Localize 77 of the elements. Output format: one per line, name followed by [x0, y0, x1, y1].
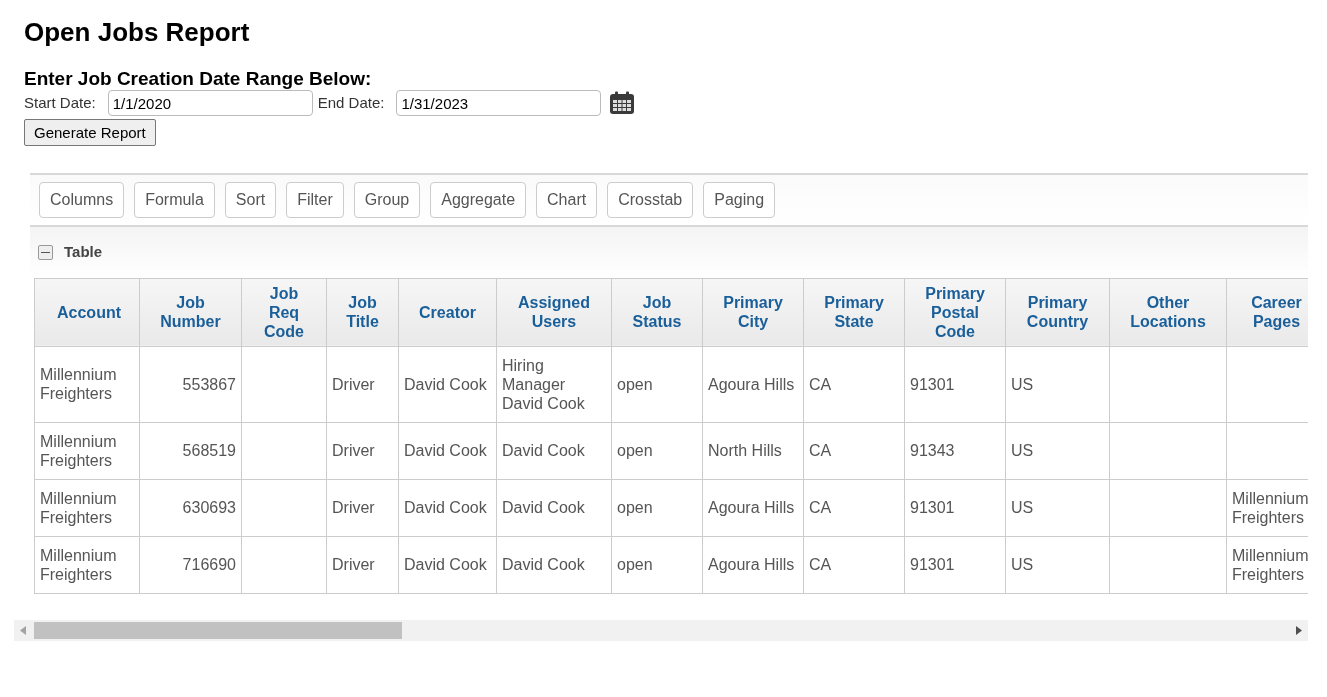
section-title: Table	[64, 242, 103, 263]
scroll-right-icon	[1296, 625, 1302, 635]
table-cell-text: Hiring Manager David Cook	[502, 355, 586, 413]
table-cell-text: Driver	[332, 374, 376, 394]
table-cell-text: Millennium Freighters	[40, 488, 118, 527]
toolbar-button[interactable]: Paging	[703, 182, 776, 219]
field-label: End Date:	[317, 93, 385, 113]
column-header[interactable]: Primary City	[702, 278, 804, 347]
horizontal-scrollbar[interactable]	[14, 619, 1308, 641]
column-header[interactable]: Career Pages	[1226, 278, 1308, 347]
table-cell-text: David Cook	[502, 498, 586, 518]
toolbar-button[interactable]: Formula	[134, 182, 215, 219]
calendar-icon[interactable]	[609, 91, 636, 116]
table-cell-text: US	[1011, 498, 1035, 518]
table-cell-text: North Hills	[708, 441, 783, 461]
table-cell-text: open	[617, 441, 654, 461]
field-label: Start Date:	[24, 93, 96, 113]
table-cell-text: US	[1011, 441, 1035, 461]
date-field[interactable]: 1/1/2020	[107, 90, 313, 117]
table-cell-text: open	[617, 555, 654, 575]
form-heading: Enter Job Creation Date Range Below:	[24, 66, 373, 91]
collapse-icon[interactable]	[38, 245, 53, 260]
table-cell-text: CA	[809, 498, 833, 518]
table-cell-text: David Cook	[404, 498, 488, 518]
page-title: Open Jobs Report	[24, 16, 251, 49]
table-cell-text: US	[1011, 555, 1035, 575]
table-cell: 630693	[182, 498, 236, 518]
table-cell: 716690	[182, 555, 236, 575]
table-cell-text: Millennium Freighters	[40, 545, 118, 584]
table-cell-text: Millennium Freighters	[40, 365, 118, 404]
table-cell-text: Agoura Hills	[708, 498, 796, 518]
table-cell-text: Driver	[332, 498, 376, 518]
table-cell-text: 91301	[910, 498, 956, 518]
table-cell: 568519	[182, 441, 236, 461]
generate-report-button[interactable]: Generate Report	[24, 119, 156, 147]
table-cell-text: Driver	[332, 441, 376, 461]
toolbar-button[interactable]: Sort	[224, 182, 277, 219]
table-cell: 553867	[182, 374, 236, 394]
table-cell: Millennium Freighters	[1232, 488, 1308, 527]
toolbar-button[interactable]: Chart	[536, 182, 598, 219]
toolbar-button[interactable]: Group	[353, 182, 421, 219]
date-field[interactable]: 1/31/2023	[396, 90, 602, 117]
table-cell-text: CA	[809, 555, 833, 575]
table-cell-text: open	[617, 498, 654, 518]
column-header[interactable]: Job Status	[611, 278, 703, 347]
table-cell-text: 91301	[910, 555, 956, 575]
table-cell-text: Agoura Hills	[708, 555, 796, 575]
column-header[interactable]: Job Title	[326, 278, 399, 347]
column-header[interactable]: Creator	[398, 278, 497, 347]
table-cell-text: CA	[809, 441, 833, 461]
column-header[interactable]: Assigned Users	[496, 278, 612, 347]
table-cell-text: Millennium Freighters	[40, 431, 118, 470]
table-cell-text: US	[1011, 374, 1035, 394]
column-header[interactable]: Primary Country	[1005, 278, 1110, 347]
table-cell-text: Driver	[332, 555, 376, 575]
table-cell-text: 91343	[910, 441, 956, 461]
table-cell-text: David Cook	[404, 441, 488, 461]
toolbar-button[interactable]: Filter	[286, 182, 344, 219]
table-cell-text: open	[617, 374, 654, 394]
toolbar-button[interactable]: Aggregate	[430, 182, 527, 219]
column-header[interactable]: Account	[34, 278, 140, 347]
column-header[interactable]: Primary Postal Code	[904, 278, 1006, 347]
toolbar-button[interactable]: Columns	[39, 182, 125, 219]
table-cell-text: David Cook	[502, 441, 586, 461]
table-cell-text: CA	[809, 374, 833, 394]
table-cell: Millennium Freighters	[1232, 545, 1308, 584]
table-cell-text: Agoura Hills	[708, 374, 796, 394]
scroll-left-icon	[20, 625, 26, 635]
column-header[interactable]: Other Locations	[1109, 278, 1227, 347]
column-header[interactable]: Job Req Code	[241, 278, 327, 347]
column-header[interactable]: Job Number	[139, 278, 242, 347]
table-cell-text: David Cook	[404, 555, 488, 575]
toolbar-button[interactable]: Crosstab	[607, 182, 694, 219]
table-cell-text: 91301	[910, 374, 956, 394]
table-cell-text: David Cook	[404, 374, 488, 394]
table-cell-text: David Cook	[502, 555, 586, 575]
column-header[interactable]: Primary State	[803, 278, 905, 347]
